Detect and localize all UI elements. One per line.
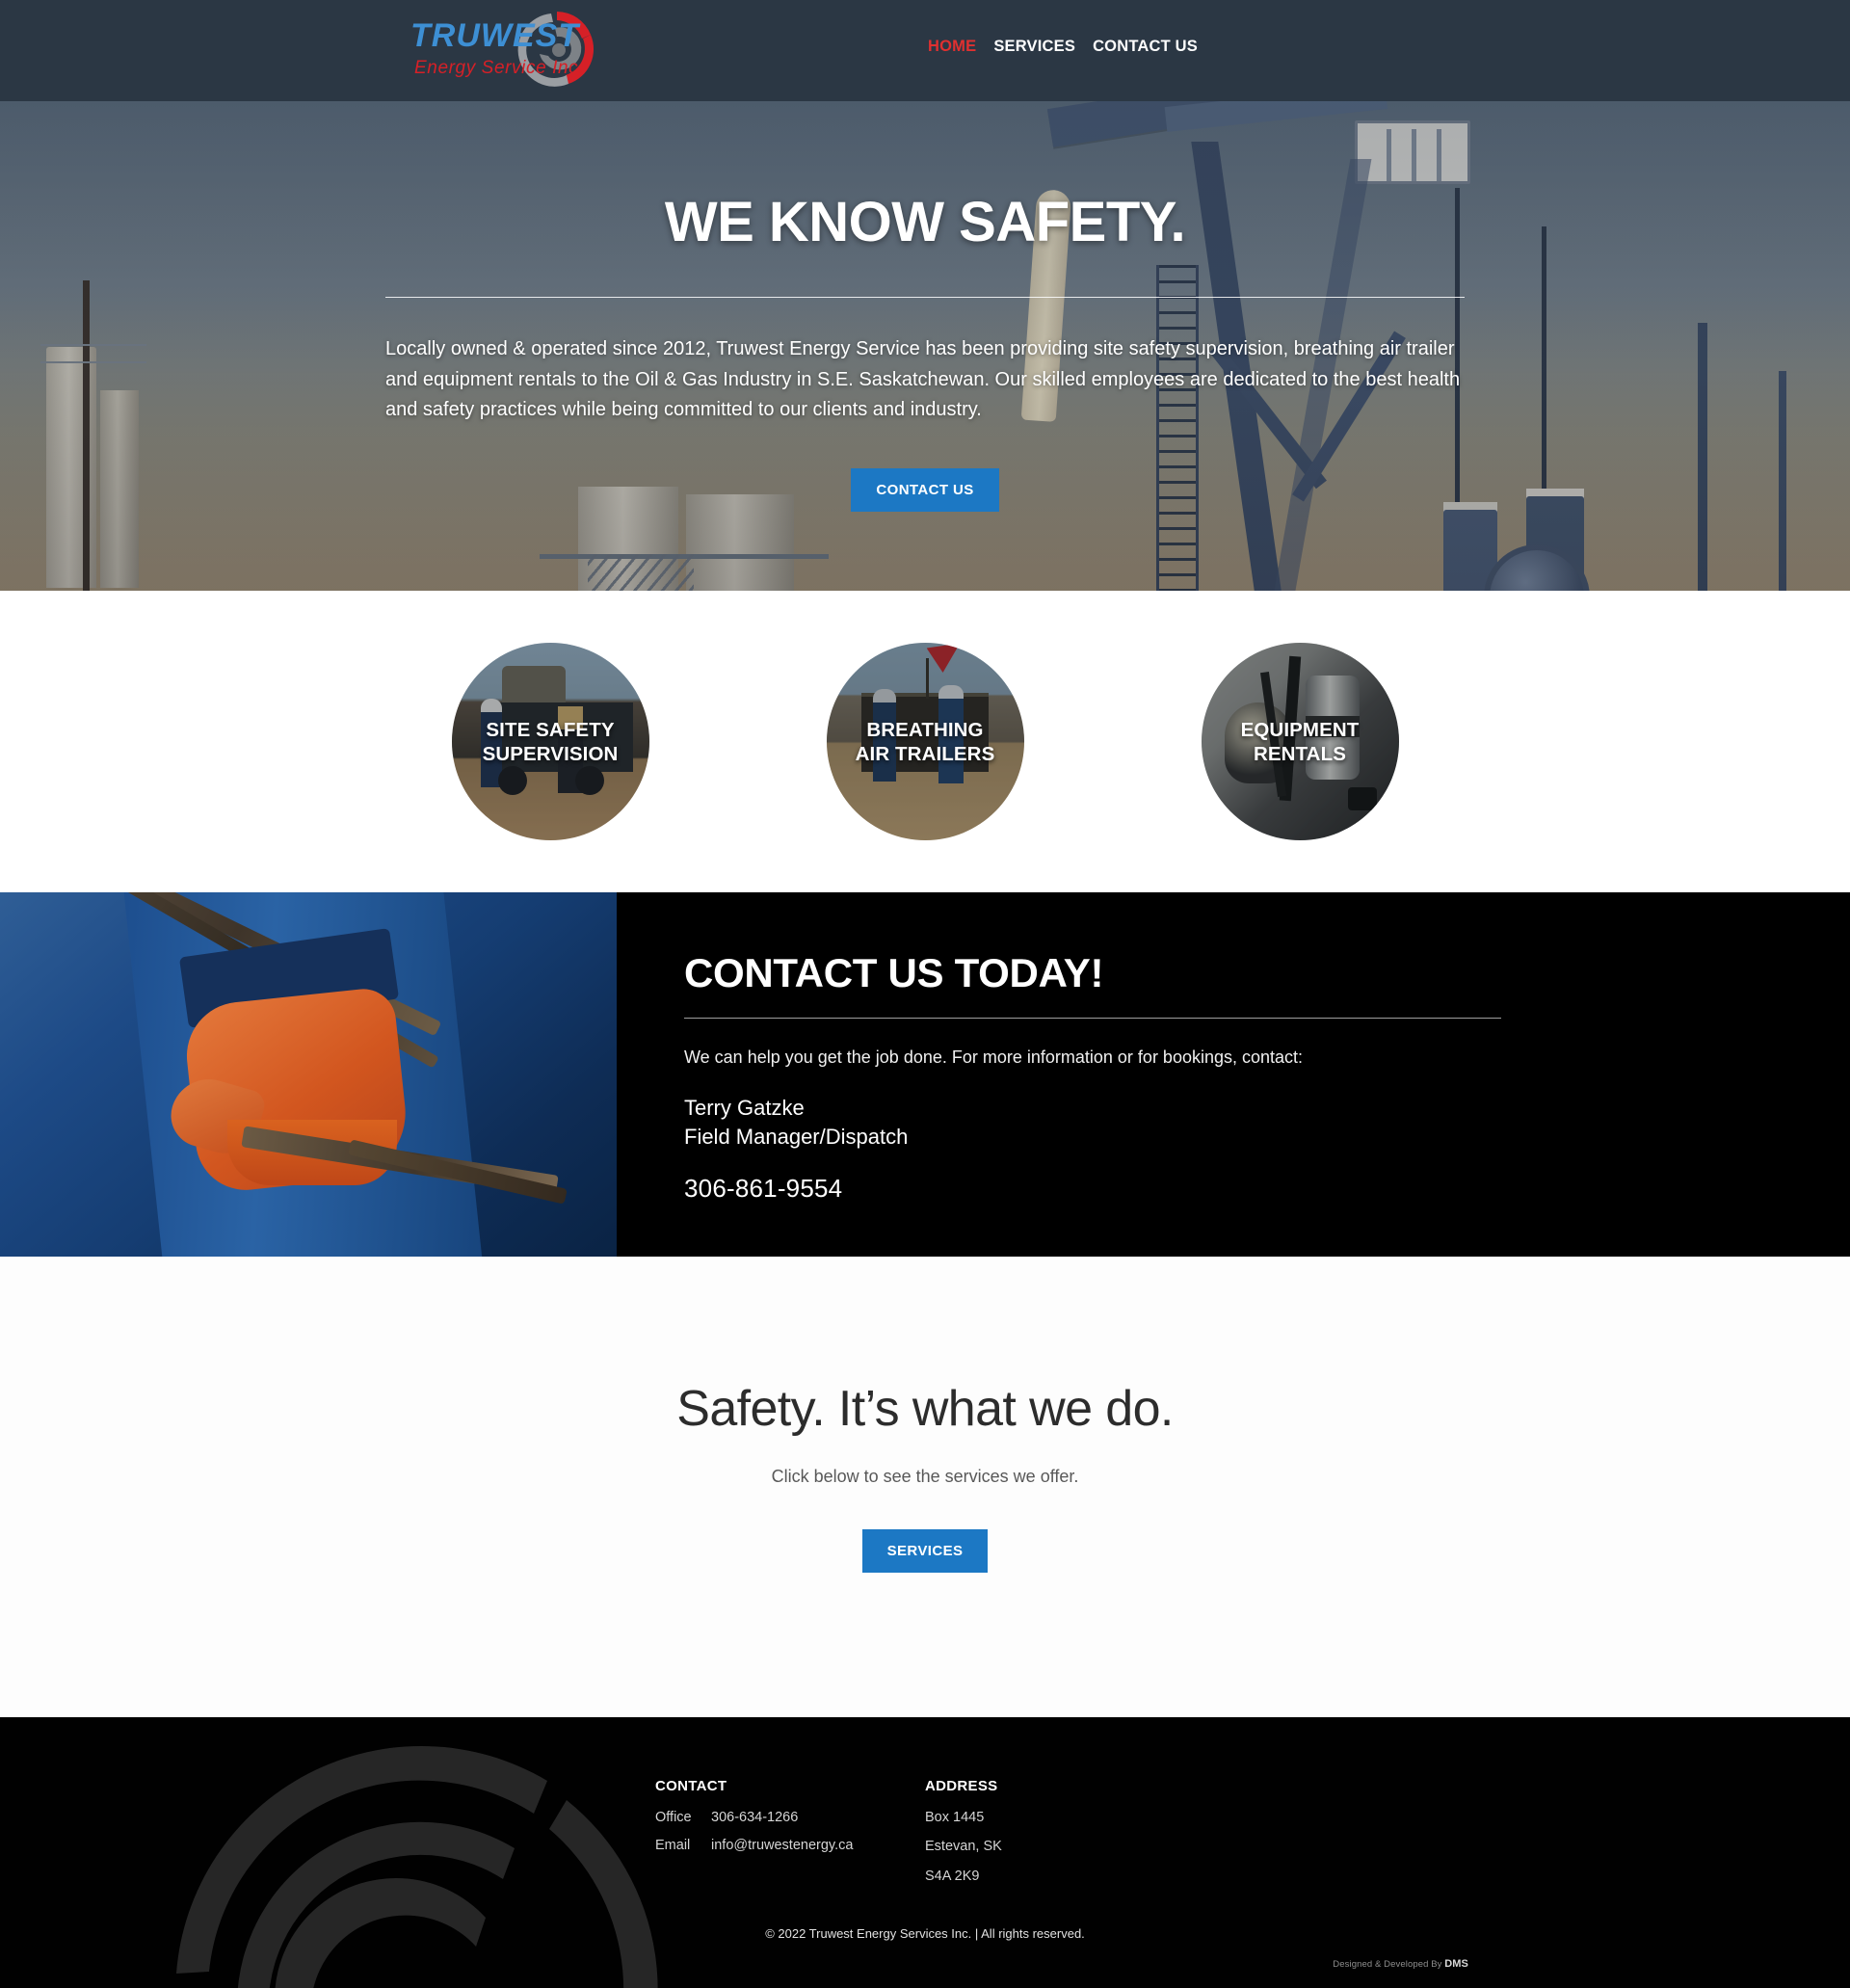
footer-credit-brand[interactable]: DMS bbox=[1444, 1958, 1468, 1970]
service-label-line-2: RENTALS bbox=[1254, 742, 1346, 765]
nav-item-contact-us[interactable]: CONTACT US bbox=[1093, 39, 1198, 55]
service-card-label: BREATHING AIR TRAILERS bbox=[856, 718, 995, 766]
service-card-equipment-rentals[interactable]: EQUIPMENT RENTALS bbox=[1201, 643, 1399, 840]
hero-title: WE KNOW SAFETY. bbox=[664, 191, 1186, 253]
nav-item-home[interactable]: HOME bbox=[928, 39, 976, 55]
site-header: TRUWEST Energy Service Inc. HOME SERVICE… bbox=[0, 0, 1850, 101]
footer-credit-prefix: Designed & Developed By bbox=[1333, 1959, 1445, 1971]
contact-band-lead: We can help you get the job done. For mo… bbox=[684, 1047, 1304, 1067]
nav-item-services[interactable]: SERVICES bbox=[993, 39, 1075, 55]
footer-address-line: Estevan, SK bbox=[925, 1839, 1002, 1855]
contact-phone-number[interactable]: 306-861-9554 bbox=[684, 1174, 1850, 1204]
footer-address-heading: ADDRESS bbox=[925, 1778, 998, 1794]
hero-content: WE KNOW SAFETY. Locally owned & operated… bbox=[385, 101, 1465, 512]
footer-contact-column: CONTACT Office 306-634-1266 Email info@t… bbox=[655, 1778, 925, 1897]
footer-office-value[interactable]: 306-634-1266 bbox=[711, 1810, 798, 1826]
site-logo[interactable]: TRUWEST Energy Service Inc. bbox=[405, 4, 646, 93]
service-label-line-2: SUPERVISION bbox=[482, 742, 619, 765]
footer-address-line: Box 1445 bbox=[925, 1810, 985, 1825]
contact-person: Terry Gatzke Field Manager/Dispatch bbox=[684, 1094, 1850, 1153]
services-button[interactable]: SERVICES bbox=[861, 1529, 989, 1573]
tagline-subtext: Click below to see the services we offer… bbox=[771, 1467, 1079, 1486]
footer-address-line: S4A 2K9 bbox=[925, 1868, 980, 1884]
hero-cta-row: CONTACT US bbox=[385, 467, 1465, 512]
contact-band-image bbox=[0, 892, 617, 1257]
svg-text:Energy Service Inc.: Energy Service Inc. bbox=[414, 58, 584, 78]
service-card-breathing-air-trailers[interactable]: BREATHING AIR TRAILERS bbox=[826, 643, 1024, 840]
contact-band-section: CONTACT US TODAY! We can help you get th… bbox=[0, 892, 1850, 1257]
site-footer: CONTACT Office 306-634-1266 Email info@t… bbox=[0, 1717, 1850, 1988]
tagline-section: Safety. It’s what we do. Click below to … bbox=[0, 1257, 1850, 1717]
service-label-line-1: SITE SAFETY bbox=[486, 718, 615, 741]
service-label-line-2: AIR TRAILERS bbox=[855, 742, 995, 765]
service-card-label: EQUIPMENT RENTALS bbox=[1241, 718, 1360, 766]
contact-band-title: CONTACT US TODAY! bbox=[684, 950, 1104, 995]
footer-contact-heading: CONTACT bbox=[655, 1778, 727, 1794]
contact-person-role: Field Manager/Dispatch bbox=[684, 1125, 909, 1150]
footer-office-label: Office bbox=[655, 1810, 692, 1825]
tagline-cta-row: SERVICES bbox=[0, 1529, 1850, 1573]
service-card-label: SITE SAFETY SUPERVISION bbox=[483, 718, 619, 766]
footer-office-row: Office 306-634-1266 bbox=[655, 1810, 925, 1826]
hero-section: WE KNOW SAFETY. Locally owned & operated… bbox=[0, 101, 1850, 591]
service-label-line-1: BREATHING bbox=[866, 718, 984, 741]
tagline-heading: Safety. It’s what we do. bbox=[676, 1381, 1174, 1437]
hero-contact-us-button[interactable]: CONTACT US bbox=[851, 467, 999, 512]
contact-band-body: CONTACT US TODAY! We can help you get th… bbox=[617, 892, 1850, 1257]
service-label-line-1: EQUIPMENT bbox=[1240, 718, 1360, 741]
truwest-logo-icon: TRUWEST Energy Service Inc. bbox=[410, 12, 595, 87]
main-navigation: HOME SERVICES CONTACT US bbox=[928, 39, 1198, 55]
hero-paragraph: Locally owned & operated since 2012, Tru… bbox=[385, 338, 1461, 421]
footer-copyright: © 2022 Truwest Energy Services Inc. | Al… bbox=[765, 1926, 1085, 1942]
contact-band-divider bbox=[684, 1018, 1501, 1019]
hero-divider bbox=[385, 297, 1465, 298]
footer-credit: Designed & Developed By DMS bbox=[0, 1958, 1850, 1970]
footer-columns: CONTACT Office 306-634-1266 Email info@t… bbox=[0, 1717, 1850, 1897]
service-card-site-safety-supervision[interactable]: SITE SAFETY SUPERVISION bbox=[451, 643, 649, 840]
footer-email-label: Email bbox=[655, 1838, 691, 1854]
footer-address-column: ADDRESS Box 1445 Estevan, SK S4A 2K9 bbox=[925, 1778, 1195, 1897]
services-circles-section: SITE SAFETY SUPERVISION BREATHING AIR TR… bbox=[0, 591, 1850, 892]
contact-person-name: Terry Gatzke bbox=[684, 1096, 805, 1120]
footer-email-row: Email info@truwestenergy.ca bbox=[655, 1838, 925, 1854]
footer-email-value[interactable]: info@truwestenergy.ca bbox=[711, 1838, 853, 1854]
svg-text:TRUWEST: TRUWEST bbox=[410, 17, 581, 54]
